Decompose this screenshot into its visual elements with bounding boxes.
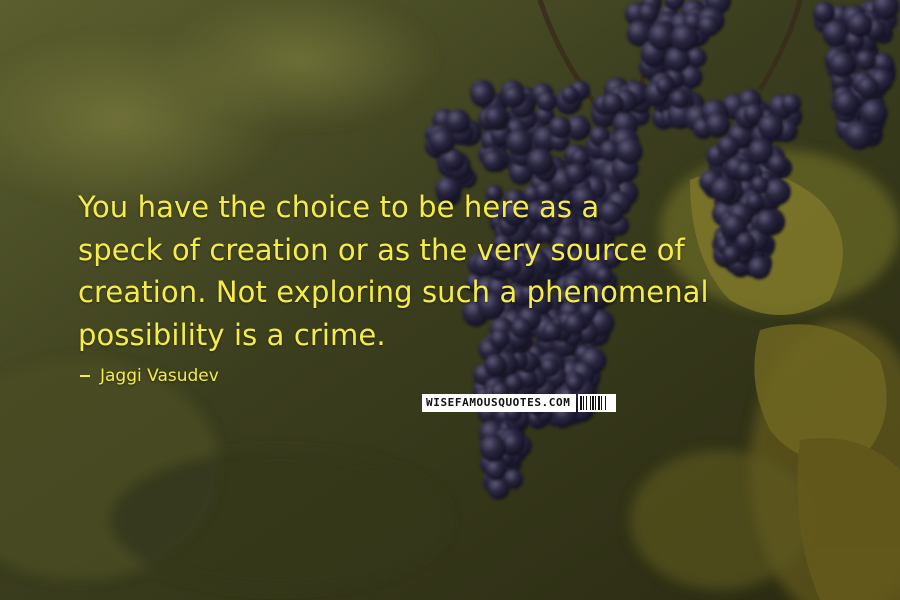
grape	[860, 99, 888, 127]
grape	[781, 93, 802, 114]
quote-text: You have the choice to be here as a spec…	[78, 186, 878, 356]
dash-icon	[80, 375, 90, 377]
grape	[812, 1, 836, 24]
grape	[736, 161, 756, 182]
barcode-icon	[578, 394, 617, 412]
grape	[670, 90, 690, 109]
author-name: Jaggi Vasudev	[100, 366, 219, 386]
grape	[615, 138, 643, 165]
grape	[565, 163, 587, 185]
grape	[526, 148, 554, 176]
grape	[479, 435, 507, 462]
grape	[470, 82, 496, 107]
quote-line: speck of creation or as the very source …	[78, 232, 685, 267]
grape	[502, 85, 526, 108]
grape	[767, 153, 789, 175]
watermark-badge: WISEFAMOUSQUOTES.COM	[422, 394, 617, 412]
grape	[487, 477, 510, 500]
grape	[833, 90, 860, 117]
grape	[506, 129, 533, 156]
grape	[655, 76, 674, 96]
grape	[855, 50, 877, 71]
grape	[717, 135, 741, 159]
quote-line: possibility is a crime.	[78, 317, 386, 352]
grape	[445, 109, 471, 135]
grape	[485, 459, 507, 481]
grape	[484, 354, 507, 377]
grape	[845, 121, 874, 150]
grape	[705, 112, 731, 138]
grape	[601, 92, 624, 115]
author-attribution: Jaggi Vasudev	[80, 366, 219, 386]
grape	[484, 106, 507, 129]
grape	[536, 91, 557, 112]
grape	[429, 128, 456, 155]
grape	[847, 12, 873, 38]
grape	[565, 374, 584, 393]
grape	[757, 114, 785, 141]
grape	[638, 3, 659, 24]
grape	[828, 51, 856, 78]
quote-line: creation. Not exploring such a phenomena…	[78, 275, 709, 309]
quote-line: You have the choice to be here as a	[78, 190, 600, 224]
grape	[549, 116, 572, 139]
grape	[561, 85, 580, 104]
grape	[670, 24, 699, 52]
grape	[482, 150, 505, 173]
watermark-text: WISEFAMOUSQUOTES.COM	[422, 394, 577, 412]
grape	[856, 76, 880, 99]
grape	[698, 15, 720, 37]
